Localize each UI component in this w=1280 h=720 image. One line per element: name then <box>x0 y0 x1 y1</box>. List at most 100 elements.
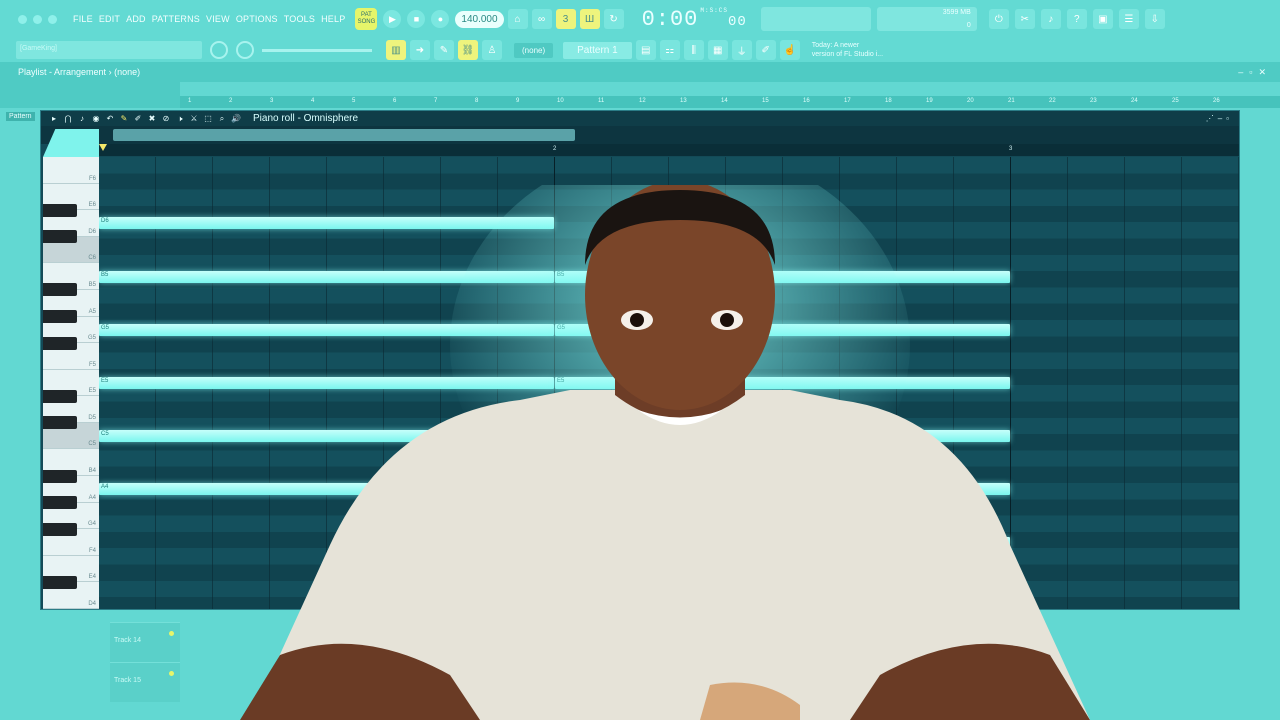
waveform-monitor <box>760 7 871 31</box>
brush-icon[interactable]: ✐ <box>133 114 143 124</box>
menu-view[interactable]: VIEW <box>206 14 230 24</box>
track-header[interactable]: Track 15 <box>110 662 180 702</box>
piano-keyboard[interactable]: F6 E6 D6 C6 B5 A5 G5 F5 E5 D5 C5 B4 A4 G4 F4 E4 D4 <box>43 157 99 609</box>
menu-options[interactable]: OPTIONS <box>236 14 278 24</box>
menu-help[interactable]: HELP <box>321 14 345 24</box>
minimize-window-button[interactable] <box>33 14 42 24</box>
delete-tool-icon[interactable]: ✖ <box>147 114 157 124</box>
piano-key-label: E6 <box>88 202 96 209</box>
track-mute-led[interactable] <box>169 631 174 636</box>
ruler-bar-number: 3 <box>270 98 274 104</box>
piano-roll-scrollbar[interactable] <box>41 126 1239 144</box>
mixer-window-button[interactable]: ⫼ <box>683 40 704 60</box>
arrow-tool-button[interactable]: ➜ <box>410 40 430 60</box>
mute-tool-icon[interactable]: ⊘ <box>161 114 171 124</box>
master-pitch-knob[interactable] <box>236 41 254 59</box>
piano-roll-button[interactable]: ▥ <box>386 40 406 60</box>
menu-tools[interactable]: TOOLS <box>284 14 315 24</box>
menu-add[interactable]: ADD <box>126 14 146 24</box>
note-icon[interactable]: ♪ <box>77 114 87 124</box>
pencil-tool-icon[interactable]: ✎ <box>119 114 129 124</box>
mixer-button[interactable]: ☰ <box>1118 9 1139 29</box>
playlist-ruler[interactable]: 1 2 3 4 5 6 7 8 9 10 11 12 13 14 15 16 17 18 19 20 21 22 23 24 2… <box>180 96 1280 108</box>
piano-black-key[interactable] <box>43 416 77 430</box>
scroll-thumb[interactable] <box>113 129 575 141</box>
ruler-bar-number: 23 <box>1090 98 1097 104</box>
pattern-selector[interactable]: Pattern 1 <box>563 41 632 59</box>
loop-record-button[interactable]: ↻ <box>603 9 624 29</box>
mic-button[interactable]: ♪ <box>1040 9 1061 29</box>
select-tool-icon[interactable]: ⬚ <box>203 114 213 124</box>
browser-icon: ▦ <box>712 44 723 56</box>
playlist-arrow: › <box>108 67 112 77</box>
menu-arrow-icon[interactable]: ▸ <box>49 114 59 124</box>
project-name-field[interactable]: [GameKing] <box>16 41 202 59</box>
pat-song-toggle[interactable]: PAT SONG <box>355 8 378 30</box>
tempo-display[interactable]: 140.000 <box>455 10 504 28</box>
master-slider[interactable] <box>262 48 372 52</box>
countdown-button[interactable]: 3 <box>555 9 576 29</box>
cut-button[interactable]: ✂ <box>1014 9 1035 29</box>
link-button[interactable]: ⛓ <box>458 40 478 60</box>
piano-black-key[interactable] <box>43 283 77 297</box>
piano-black-key[interactable] <box>43 336 77 350</box>
export-button[interactable]: ⇩ <box>1144 9 1165 29</box>
help-button[interactable]: ? <box>1066 9 1087 29</box>
ruler-bar-number: 1 <box>188 98 192 104</box>
record-icon[interactable]: ◉ <box>91 114 101 124</box>
piano-black-key[interactable] <box>43 310 77 324</box>
piano-key-label: G4 <box>87 521 96 528</box>
news-panel[interactable]: Today: A newer version of FL Studio i... <box>812 41 883 59</box>
power-button[interactable]: ⏻ <box>988 9 1009 29</box>
loop-icon: ↻ <box>609 13 618 25</box>
ruler-bar-number: 26 <box>1213 98 1220 104</box>
pen-icon: ✐ <box>761 44 770 56</box>
piano-black-key[interactable] <box>43 203 77 217</box>
zoom-icon[interactable]: ⌕ <box>217 114 227 124</box>
speaker-mute-icon[interactable]: 🕨 <box>175 114 185 124</box>
track-header[interactable]: Track 14 <box>110 622 180 662</box>
piano-key[interactable]: F6 <box>43 157 99 184</box>
save-button[interactable]: ▣ <box>1092 9 1113 29</box>
record-button[interactable]: ● <box>431 10 450 28</box>
touch-button[interactable]: ☝ <box>779 40 800 60</box>
stamp-button[interactable]: ♙ <box>482 40 502 60</box>
piano-black-key[interactable] <box>43 575 77 589</box>
play-button[interactable]: ▶ <box>383 10 402 28</box>
piano-black-key[interactable] <box>43 496 77 510</box>
zoom-window-button[interactable] <box>48 14 57 24</box>
pencil-tool-button[interactable]: ✎ <box>434 40 454 60</box>
piano-roll-timeline[interactable]: 2 3 <box>99 144 1239 156</box>
playback-icon[interactable]: 🔊 <box>231 114 241 124</box>
note-label: A4 <box>101 484 109 491</box>
window-controls <box>18 14 57 24</box>
playlist-pattern-none[interactable]: (none) <box>114 67 140 77</box>
browser-button[interactable]: ▦ <box>707 40 728 60</box>
tempo-tap-button[interactable]: ✐ <box>755 40 776 60</box>
patterns-tab[interactable]: Pattern <box>6 112 35 121</box>
undo-icon[interactable]: ↶ <box>105 114 115 124</box>
piano-black-key[interactable] <box>43 230 77 244</box>
snap-dropdown[interactable]: (none) <box>514 42 554 58</box>
magnet-icon[interactable]: ⋂ <box>63 114 73 124</box>
piano-black-key[interactable] <box>43 389 77 403</box>
channel-rack-button[interactable]: ⚏ <box>659 40 680 60</box>
piano-black-key[interactable] <box>43 469 77 483</box>
metronome-button[interactable]: ⌂ <box>507 9 528 29</box>
stop-button[interactable]: ■ <box>407 10 426 28</box>
wait-input-button[interactable]: ∞ <box>531 9 552 29</box>
playlist-window-button[interactable]: ▤ <box>635 40 656 60</box>
track-mute-led[interactable] <box>169 671 174 676</box>
menu-file[interactable]: FILE <box>73 14 93 24</box>
step-edit-button[interactable]: Ш <box>579 9 600 29</box>
piano-black-key[interactable] <box>43 522 77 536</box>
menu-patterns[interactable]: PATTERNS <box>152 14 200 24</box>
plugin-picker-button[interactable]: ⏚ <box>731 40 752 60</box>
menu-edit[interactable]: EDIT <box>99 14 120 24</box>
close-window-button[interactable] <box>18 14 27 24</box>
slice-tool-icon[interactable]: ⚔ <box>189 114 199 124</box>
piano-roll-window-controls[interactable]: ⋰–▫ <box>1206 114 1233 123</box>
master-volume-knob[interactable] <box>210 41 228 59</box>
playhead-marker[interactable] <box>99 144 107 151</box>
playlist-window-controls[interactable]: –▫✕ <box>1238 67 1272 78</box>
